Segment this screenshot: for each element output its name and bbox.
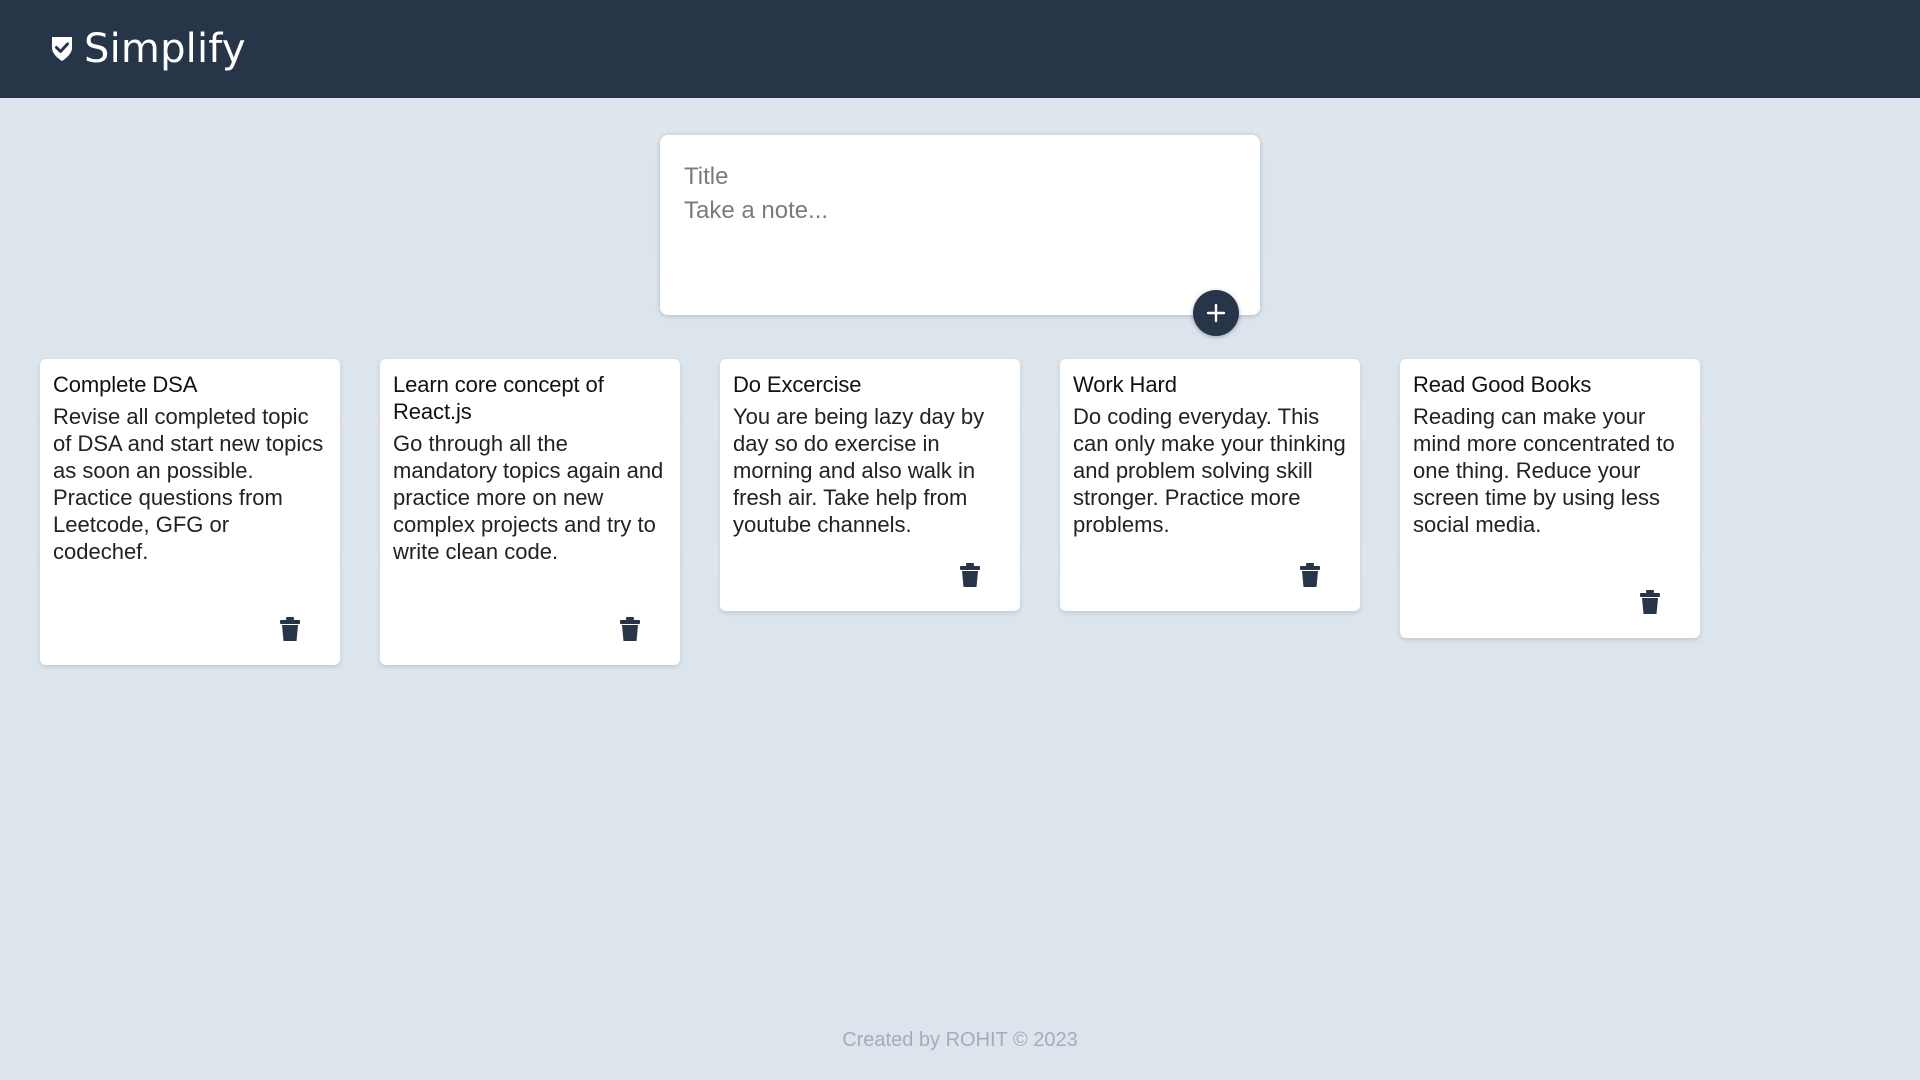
note-body-input[interactable]	[684, 197, 1234, 287]
note-card: Work Hard Do coding everyday. This can o…	[1060, 359, 1360, 611]
note-text: Go through all the mandatory topics agai…	[393, 431, 664, 564]
add-note-button[interactable]	[1193, 290, 1239, 336]
trash-icon	[620, 617, 640, 641]
note-title-input[interactable]	[684, 157, 1224, 197]
note-title: Work Hard	[1073, 372, 1177, 397]
note-card: Complete DSA Revise all completed topic …	[40, 359, 340, 665]
delete-note-button[interactable]	[958, 562, 982, 588]
trash-icon	[280, 617, 300, 641]
app-title: Simplify	[84, 26, 246, 72]
note-card: Read Good Books Reading can make your mi…	[1400, 359, 1700, 638]
note-text: Reading can make your mind more concentr…	[1413, 404, 1675, 537]
delete-note-button[interactable]	[1638, 589, 1662, 615]
app-header: Simplify	[0, 0, 1920, 98]
trash-icon	[1300, 563, 1320, 587]
brand[interactable]: Simplify	[50, 26, 246, 72]
footer-text: Created by ROHIT © 2023	[842, 1029, 1078, 1051]
note-text: You are being lazy day by day so do exer…	[733, 404, 985, 537]
note-text: Do coding everyday. This can only make y…	[1073, 404, 1346, 537]
footer: Created by ROHIT © 2023	[0, 1029, 1920, 1052]
plus-icon	[1206, 303, 1226, 323]
shield-check-icon	[50, 36, 74, 62]
note-title: Complete DSA	[53, 372, 198, 397]
note-card: Learn core concept of React.js Go throug…	[380, 359, 680, 665]
note-text: Revise all completed topic of DSA and st…	[53, 404, 324, 564]
notes-list: Complete DSA Revise all completed topic …	[40, 359, 1840, 679]
delete-note-button[interactable]	[278, 616, 302, 642]
note-card: Do Excercise You are being lazy day by d…	[720, 359, 1020, 611]
note-composer	[660, 135, 1260, 336]
note-title: Learn core concept of React.js	[393, 372, 604, 424]
note-title: Do Excercise	[733, 372, 862, 397]
delete-note-button[interactable]	[1298, 562, 1322, 588]
trash-icon	[1640, 590, 1660, 614]
note-title: Read Good Books	[1413, 372, 1592, 397]
delete-note-button[interactable]	[618, 616, 642, 642]
trash-icon	[960, 563, 980, 587]
